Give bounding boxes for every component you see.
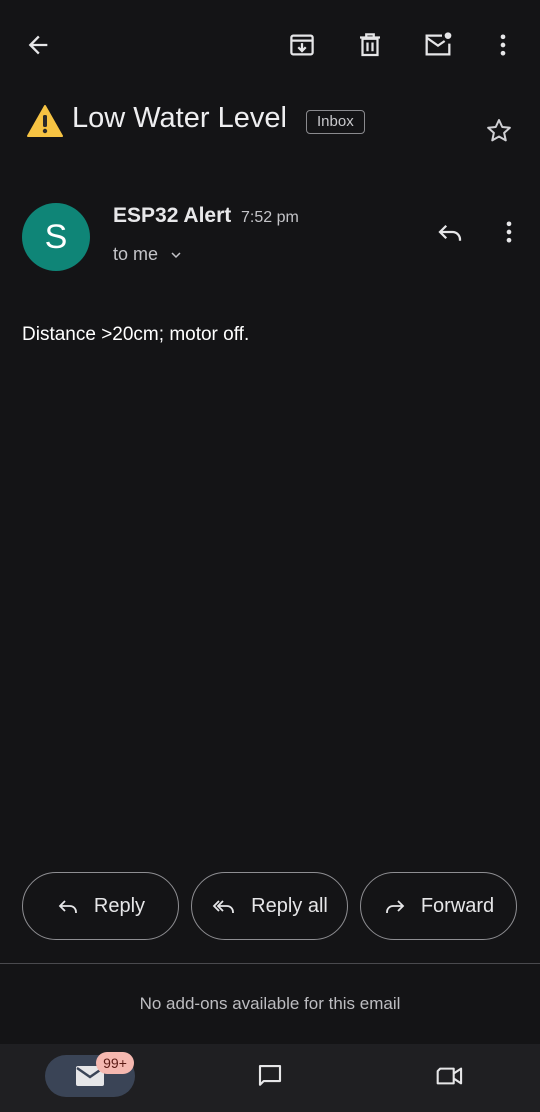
chevron-down-icon xyxy=(171,251,181,258)
reply-icon xyxy=(58,900,77,913)
reply-button[interactable]: Reply xyxy=(22,872,179,940)
mail-unread-badge: 99+ xyxy=(96,1052,134,1074)
divider xyxy=(0,963,540,964)
reply-icon xyxy=(438,224,462,241)
archive-button[interactable] xyxy=(278,21,326,69)
subject-row: Low Water Level Inbox xyxy=(26,100,520,150)
email-time: 7:52 pm xyxy=(241,209,299,226)
mark-unread-icon xyxy=(425,32,452,56)
more-vert-icon xyxy=(506,221,512,243)
quick-reply-button[interactable] xyxy=(426,208,474,256)
top-toolbar xyxy=(0,0,540,90)
warning-icon xyxy=(27,105,63,137)
trash-icon xyxy=(360,33,380,57)
meet-icon xyxy=(436,1067,463,1085)
email-body: Distance >20cm; motor off. xyxy=(22,324,250,345)
reply-all-label: Reply all xyxy=(251,894,328,917)
recipient-details-toggle[interactable]: to me xyxy=(113,244,184,265)
reply-actions: Reply Reply all Forward xyxy=(22,872,518,940)
addons-message: No add-ons available for this email xyxy=(139,994,401,1013)
delete-button[interactable] xyxy=(346,21,394,69)
nav-chat-tab[interactable] xyxy=(252,1058,288,1094)
arrow-left-icon xyxy=(28,35,48,55)
bottom-navigation: 99+ xyxy=(0,1044,540,1112)
forward-label: Forward xyxy=(420,894,495,917)
more-vert-icon xyxy=(500,34,506,56)
nav-meet-tab[interactable] xyxy=(432,1058,468,1094)
forward-icon xyxy=(385,900,405,913)
mark-unread-button[interactable] xyxy=(414,21,462,69)
inbox-label-chip[interactable]: Inbox xyxy=(306,110,365,134)
sender-avatar[interactable]: S xyxy=(22,203,90,271)
reply-all-icon xyxy=(212,900,235,913)
archive-icon xyxy=(290,34,314,56)
more-options-button[interactable] xyxy=(479,21,527,69)
chat-icon xyxy=(258,1064,282,1086)
reply-label: Reply xyxy=(93,894,146,917)
star-button[interactable] xyxy=(484,116,514,151)
star-icon xyxy=(487,119,511,142)
recipient-label: to me xyxy=(113,244,159,264)
message-more-button[interactable] xyxy=(485,208,533,256)
forward-button[interactable]: Forward xyxy=(360,872,517,940)
back-button[interactable] xyxy=(14,21,62,69)
reply-all-button[interactable]: Reply all xyxy=(191,872,348,940)
email-subject: Low Water Level xyxy=(72,102,287,134)
sender-row: S ESP32 Alert 7:52 pm to me xyxy=(0,198,540,278)
sender-name: ESP32 Alert xyxy=(113,204,232,227)
